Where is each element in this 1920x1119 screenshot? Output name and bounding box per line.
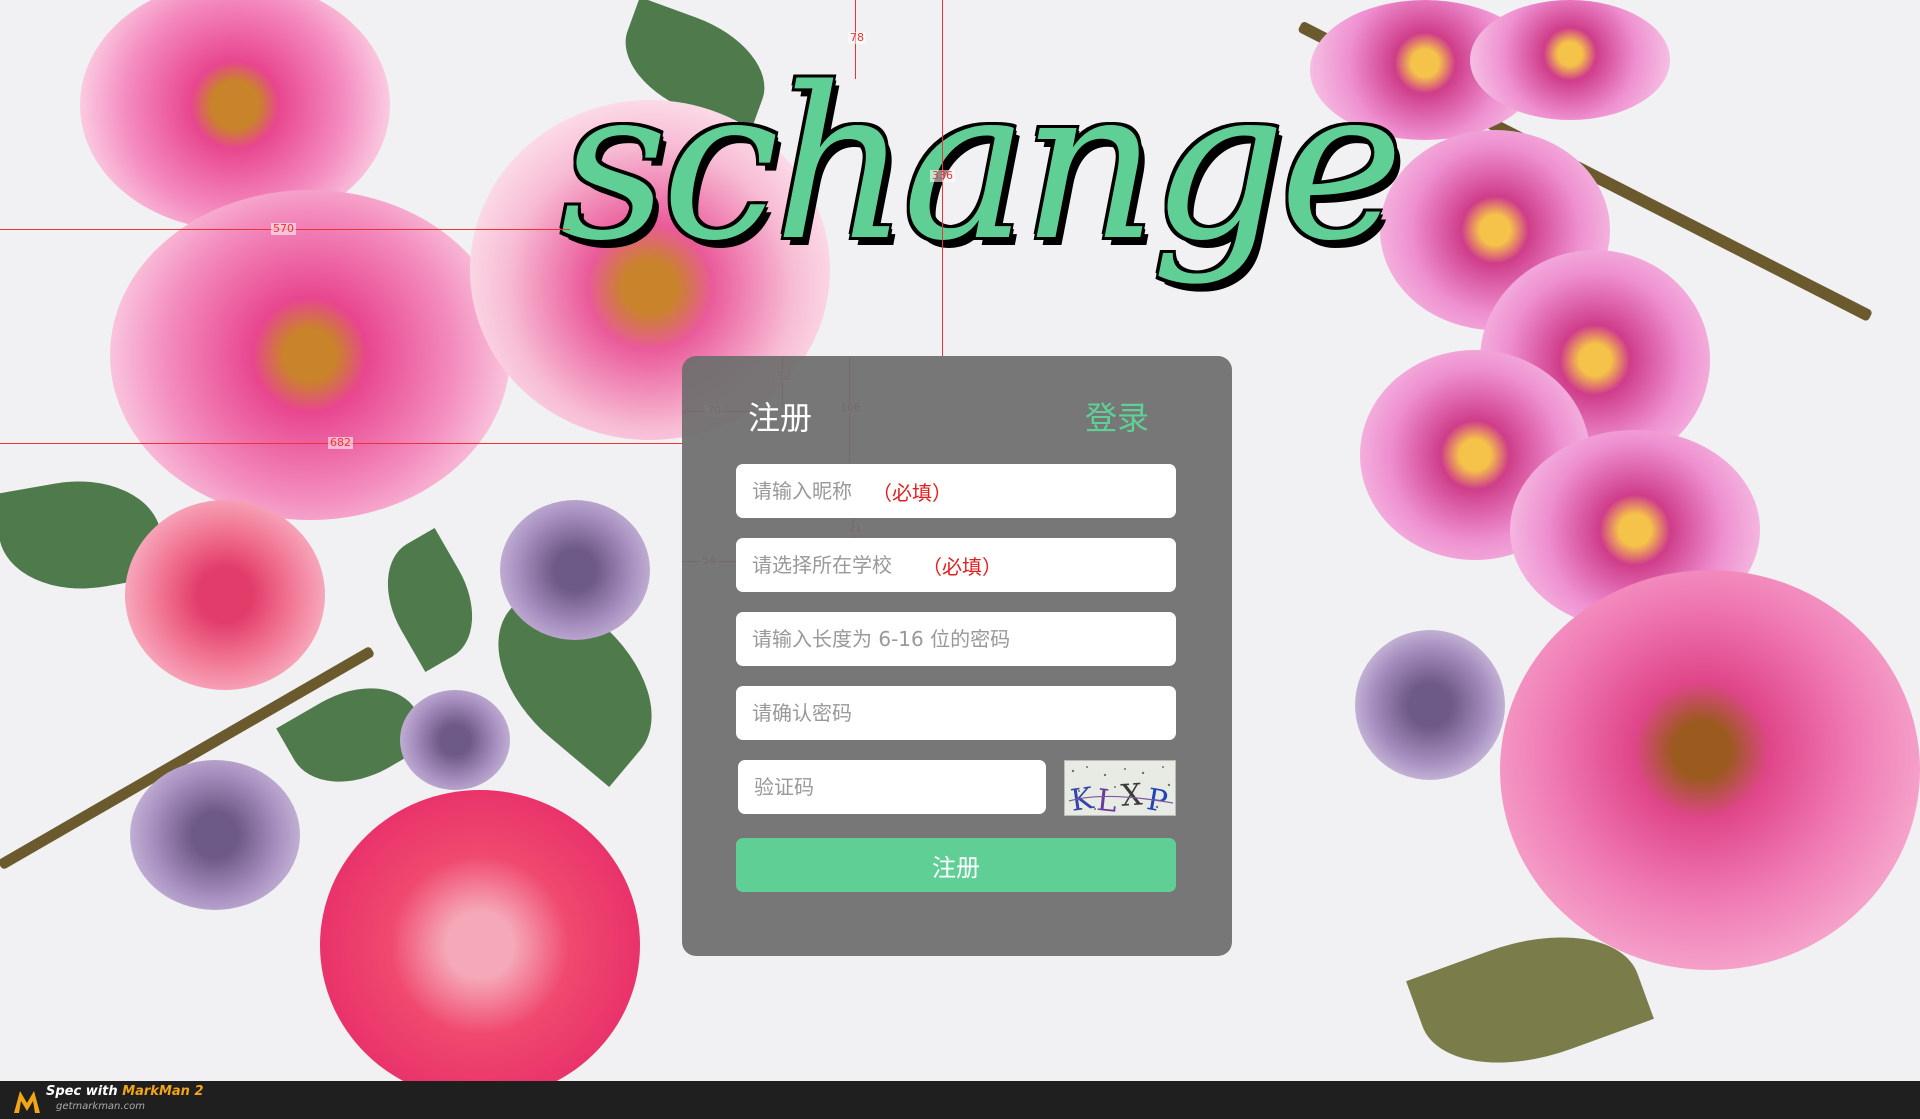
tab-register[interactable]: 注册 [748, 398, 812, 438]
school-select[interactable] [752, 553, 922, 577]
required-note: （必填） [872, 480, 952, 505]
password-field[interactable] [736, 612, 1176, 666]
guide-label-570: 570 [271, 222, 296, 235]
markman-logo-icon [14, 1091, 40, 1113]
confirm-password-field[interactable] [736, 686, 1176, 740]
captcha-graphic: K L X P [1065, 761, 1175, 816]
password-input[interactable] [752, 627, 1152, 651]
register-button[interactable]: 注册 [736, 838, 1176, 892]
tab-login[interactable]: 登录 [1085, 398, 1149, 438]
logo: schange [560, 42, 1404, 287]
required-note: （必填） [922, 554, 1002, 579]
captcha-field[interactable] [738, 760, 1046, 814]
page: schange 78 336 570 682 50 70 106 32 21 5… [0, 0, 1920, 1119]
captcha-input[interactable] [754, 775, 974, 799]
markman-brand: MarkMan 2 [122, 1084, 204, 1099]
guide-label-top: 78 [848, 31, 866, 44]
captcha-char: L [1095, 783, 1119, 816]
rose-bud [125, 500, 325, 690]
captcha-image[interactable]: K L X P [1064, 760, 1176, 816]
orchid [1470, 0, 1670, 120]
purple-bud [1355, 630, 1505, 780]
purple-bud [500, 500, 650, 640]
leaf [365, 528, 495, 672]
footer: Spec with MarkMan 2 getmarkman.com [0, 1081, 1920, 1119]
spec-label: Spec with [46, 1084, 123, 1099]
rose [320, 790, 640, 1100]
guide-label-logo: 336 [930, 169, 955, 182]
purple-bud [130, 760, 300, 910]
spec-text: Spec with MarkMan 2 [46, 1084, 204, 1099]
captcha-char: X [1120, 777, 1144, 813]
guide-label-682: 682 [328, 436, 353, 449]
school-field[interactable]: （必填） [736, 538, 1176, 592]
rose [1500, 570, 1920, 970]
rose [110, 190, 510, 520]
register-panel: 注册 登录 （必填） （必填） [682, 356, 1232, 956]
markman-url[interactable]: getmarkman.com [56, 1101, 145, 1112]
nickname-input[interactable] [752, 479, 872, 503]
purple-bud [400, 690, 510, 790]
confirm-password-input[interactable] [752, 701, 1152, 725]
nickname-field[interactable]: （必填） [736, 464, 1176, 518]
